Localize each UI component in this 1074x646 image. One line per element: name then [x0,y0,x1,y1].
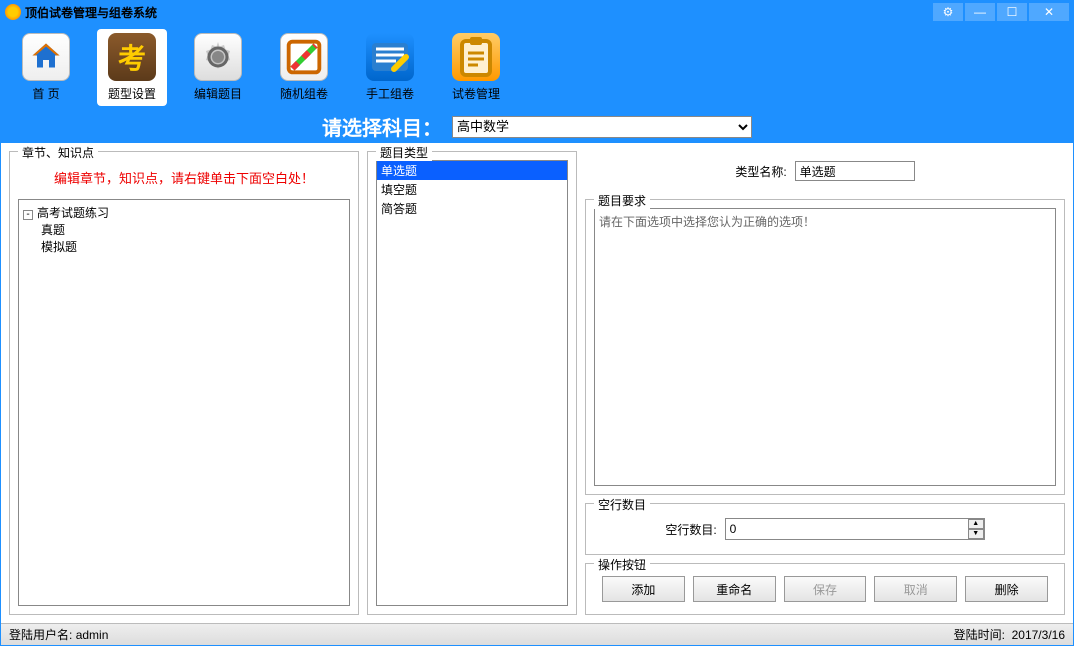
chapter-legend: 章节、知识点 [18,144,98,161]
random-icon [280,33,328,81]
window-controls: ⚙ — ☐ ✕ [933,3,1069,21]
toolbar-type-settings[interactable]: 考 题型设置 [97,29,167,106]
content: 章节、知识点 编辑章节，知识点，请右键单击下面空白处！ -高考试题练习 真题 模… [1,143,1073,623]
qtype-item[interactable]: 单选题 [377,161,567,180]
statusbar: 登陆用户名: admin 登陆时间: 2017/3/16 [1,623,1073,645]
toolbar-buttons: 首 页 考 题型设置 编辑题目 随机组卷 [1,23,1073,106]
rename-button[interactable]: 重命名 [693,576,776,602]
titlebar: 顶伯试卷管理与组卷系统 ⚙ — ☐ ✕ [1,1,1073,23]
toolbar-edit-label: 编辑题目 [194,85,242,102]
subject-label: 请选择科目： [322,112,442,141]
status-user-label: 登陆用户名: [9,626,72,643]
add-button[interactable]: 添加 [602,576,685,602]
save-button[interactable]: 保存 [784,576,867,602]
qtype-panel: 题目类型 单选题 填空题 简答题 [367,151,577,615]
chapter-panel: 章节、知识点 编辑章节，知识点，请右键单击下面空白处！ -高考试题练习 真题 模… [9,151,359,615]
qtype-list[interactable]: 单选题 填空题 简答题 [376,160,568,606]
toolbar-type-label: 题型设置 [108,85,156,102]
chapter-tree[interactable]: -高考试题练习 真题 模拟题 [18,199,350,606]
toolbar-random-label: 随机组卷 [280,85,328,102]
toolbar-manual[interactable]: 手工组卷 [355,29,425,106]
gear-icon [194,33,242,81]
app-title: 顶伯试卷管理与组卷系统 [25,4,933,21]
status-user-value: admin [76,628,109,642]
clipboard-icon [452,33,500,81]
home-icon [22,33,70,81]
manual-icon [366,33,414,81]
toolbar-edit[interactable]: 编辑题目 [183,29,253,106]
blank-lines-legend: 空行数目 [594,496,650,513]
blank-lines-input[interactable] [725,518,985,540]
delete-button[interactable]: 删除 [965,576,1048,602]
tree-child[interactable]: 真题 [41,221,345,238]
app-icon [5,4,21,20]
actions-panel: 操作按钮 添加 重命名 保存 取消 删除 [585,563,1065,615]
qtype-item[interactable]: 简答题 [377,199,567,218]
actions-legend: 操作按钮 [594,556,650,573]
type-name-label: 类型名称: [735,163,786,180]
settings-button[interactable]: ⚙ [933,3,963,21]
detail-panel: 类型名称: 题目要求 空行数目 空行数目: ▲ ▼ [585,151,1065,615]
status-time-value: 2017/3/16 [1012,628,1065,642]
minimize-button[interactable]: — [965,3,995,21]
toolbar-manage-label: 试卷管理 [452,85,500,102]
type-name-row: 类型名称: [585,151,1065,191]
toolbar-home-label: 首 页 [32,85,59,102]
toolbar-random[interactable]: 随机组卷 [269,29,339,106]
blank-lines-panel: 空行数目 空行数目: ▲ ▼ [585,503,1065,555]
app-window: 顶伯试卷管理与组卷系统 ⚙ — ☐ ✕ 首 页 考 题型设置 [0,0,1074,646]
cancel-button[interactable]: 取消 [874,576,957,602]
toolbar-manual-label: 手工组卷 [366,85,414,102]
maximize-button[interactable]: ☐ [997,3,1027,21]
subject-select[interactable]: 高中数学 [452,116,752,138]
spin-down-icon[interactable]: ▼ [968,529,984,539]
close-button[interactable]: ✕ [1029,3,1069,21]
blank-lines-label: 空行数目: [665,521,716,538]
exam-icon: 考 [108,33,156,81]
toolbar-home[interactable]: 首 页 [11,29,81,106]
requirement-textarea[interactable] [594,208,1056,486]
toolbar-manage[interactable]: 试卷管理 [441,29,511,106]
toolbar: 首 页 考 题型设置 编辑题目 随机组卷 [1,23,1073,143]
spin-up-icon[interactable]: ▲ [968,519,984,529]
qtype-item[interactable]: 填空题 [377,180,567,199]
type-name-input[interactable] [795,161,915,181]
tree-child[interactable]: 模拟题 [41,238,345,255]
requirement-legend: 题目要求 [594,192,650,209]
status-time-label: 登陆时间: [954,626,1005,643]
chapter-tip: 编辑章节，知识点，请右键单击下面空白处！ [18,160,350,199]
qtype-legend: 题目类型 [376,144,432,161]
requirement-panel: 题目要求 [585,199,1065,495]
tree-collapse-icon[interactable]: - [23,210,33,220]
tree-root[interactable]: -高考试题练习 [23,204,345,221]
